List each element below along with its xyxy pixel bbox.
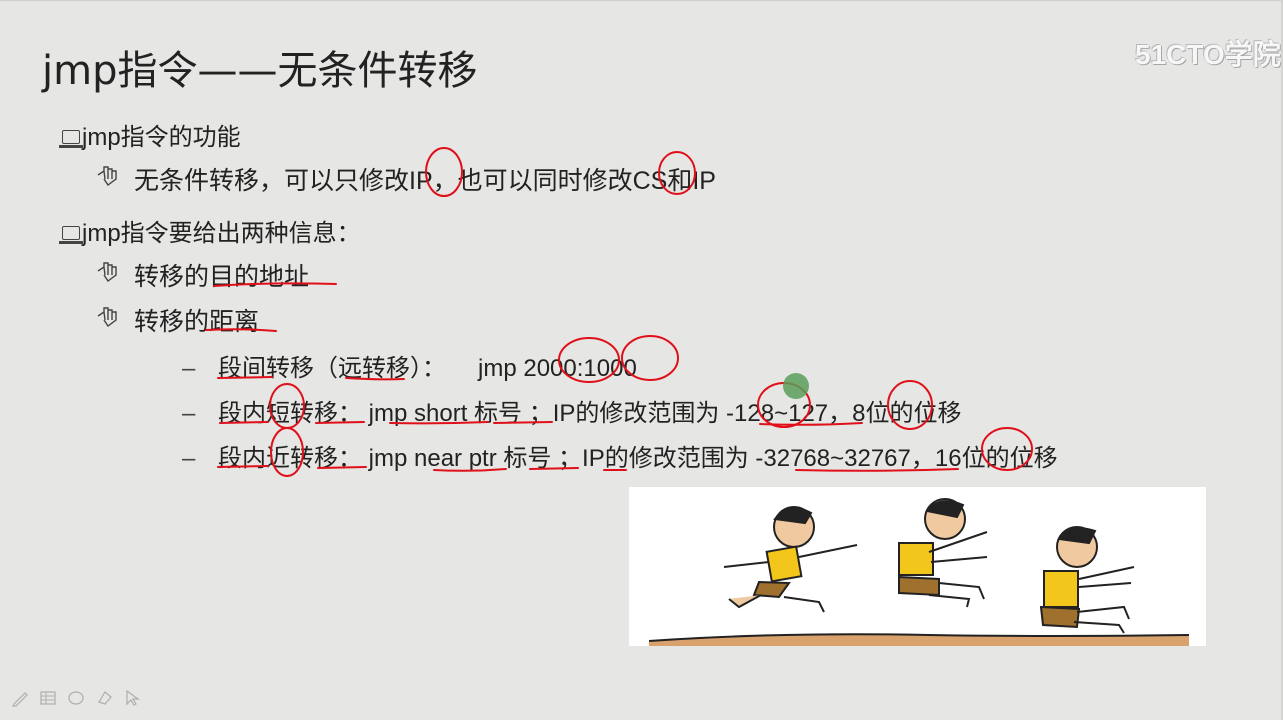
pointer-icon[interactable] (122, 688, 142, 708)
laptop-bullet-icon (59, 129, 83, 148)
far-jump-label: 段间转移（远转移）： (218, 355, 446, 382)
dash-marker: – (182, 400, 196, 427)
dash-marker: – (182, 445, 196, 472)
table-icon[interactable] (38, 688, 58, 708)
sub-bullet-distance: 转移的距离 (96, 302, 259, 338)
pen-icon[interactable] (10, 688, 30, 708)
short-jump-text: 段内短转移： jmp short 标号 ；IP的修改范围为 -128~127，8… (218, 400, 962, 427)
laser-pointer-dot (783, 373, 809, 399)
dash-short-jump: – 段内短转移： jmp short 标号 ；IP的修改范围为 -128~127，… (182, 393, 961, 428)
bullet-two-info: jmp指令要给出两种信息： (59, 213, 361, 248)
dash-near-jump: – 段内近转移： jmp near ptr 标号 ；IP的修改范围为 -32768… (182, 438, 1058, 473)
eraser-icon[interactable] (94, 688, 114, 708)
dash-far-jump: – 段间转移（远转移）： jmp 2000:1000 (182, 348, 637, 383)
bullet-two-info-text: jmp指令要给出两种信息： (82, 220, 361, 247)
sub-bullet-target-text: 转移的目的地址 (134, 263, 310, 291)
far-jump-code: jmp 2000:1000 (478, 355, 637, 382)
hand-bullet-icon (96, 261, 120, 290)
bullet-function-text: jmp指令的功能 (82, 124, 241, 151)
oval-icon[interactable] (66, 688, 86, 708)
presentation-toolbar (10, 688, 142, 708)
sub-bullet-unconditional-text: 无条件转移，可以只修改IP，也可以同时修改CS和IP (134, 167, 716, 195)
jump-sequence-drawing (648, 498, 1190, 646)
slide-title: jmp指令——无条件转移 (42, 48, 478, 94)
top-border (0, 0, 1283, 1)
hand-bullet-icon (96, 165, 120, 194)
jumping-boy-illustration (629, 487, 1206, 646)
sub-bullet-target: 转移的目的地址 (96, 257, 309, 293)
hand-bullet-icon (96, 306, 120, 335)
sub-bullet-unconditional: 无条件转移，可以只修改IP，也可以同时修改CS和IP (96, 161, 716, 197)
sub-bullet-distance-text: 转移的距离 (134, 308, 260, 336)
bullet-function: jmp指令的功能 (59, 117, 241, 152)
watermark-logo: 51CTO学院 (1135, 39, 1281, 70)
dash-marker: – (182, 355, 196, 382)
laptop-bullet-icon (59, 225, 83, 244)
near-jump-text: 段内近转移： jmp near ptr 标号 ；IP的修改范围为 -32768~… (218, 445, 1058, 472)
